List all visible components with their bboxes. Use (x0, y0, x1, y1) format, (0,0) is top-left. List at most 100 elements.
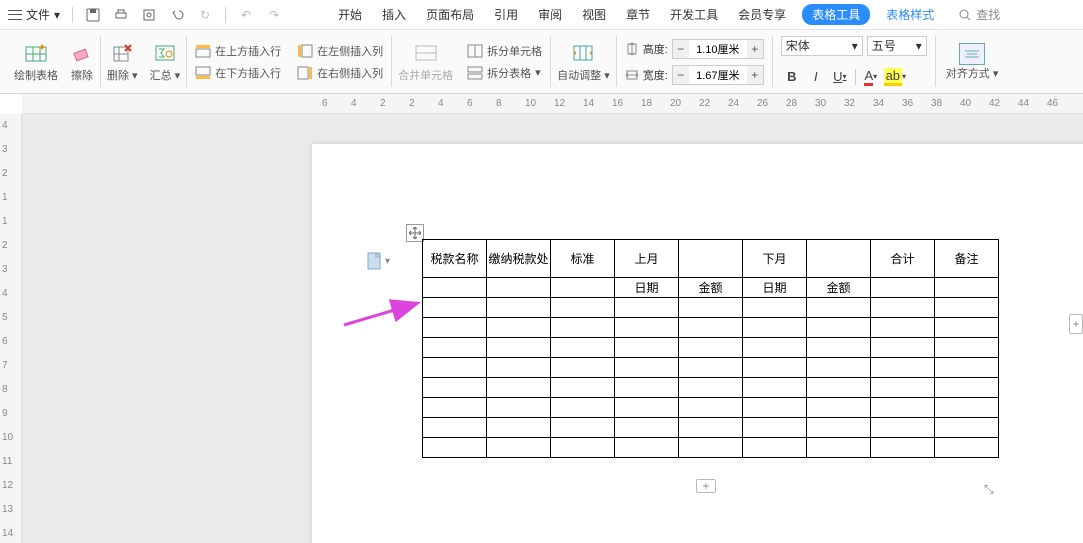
alignment-button[interactable]: 对齐方式 ▾ (936, 30, 1009, 93)
td-date1[interactable]: 日期 (615, 278, 679, 298)
height-stepper[interactable]: − + (672, 39, 764, 59)
ruler-tick: 10 (2, 432, 13, 443)
table-header-row[interactable]: 税款名称 缴纳税款处 标准 上月 下月 合计 备注 (423, 240, 999, 278)
search-button[interactable]: 查找 (958, 6, 1000, 23)
add-row-button[interactable]: + (696, 479, 716, 493)
font-size-select[interactable]: 五号▾ (867, 36, 927, 56)
th-blank2[interactable] (807, 240, 871, 278)
th-standard[interactable]: 标准 (551, 240, 615, 278)
redo-icon[interactable]: ↻ (197, 7, 213, 23)
table-subheader-row[interactable]: 日期 金额 日期 金额 (423, 278, 999, 298)
width-plus[interactable]: + (747, 66, 763, 84)
redo-history-icon[interactable]: ↷ (266, 7, 282, 23)
width-label: 宽度: (643, 67, 668, 83)
td[interactable] (423, 278, 487, 298)
insert-left-icon (297, 44, 313, 58)
ruler-tick: 14 (2, 528, 13, 539)
height-minus[interactable]: − (673, 40, 689, 58)
table-row[interactable] (423, 438, 999, 458)
td-amount1[interactable]: 金额 (679, 278, 743, 298)
bold-button[interactable]: B (781, 66, 803, 88)
table-row[interactable] (423, 298, 999, 318)
undo-icon[interactable] (169, 7, 185, 23)
tab-table-style[interactable]: 表格样式 (882, 6, 938, 23)
print-icon[interactable] (113, 7, 129, 23)
highlight-button[interactable]: ab▾ (884, 66, 906, 88)
split-table-button[interactable]: 拆分表格 ▾ (467, 65, 542, 81)
tab-page-layout[interactable]: 页面布局 (422, 6, 478, 23)
split-cells-button[interactable]: 拆分单元格 (467, 43, 542, 59)
td[interactable] (935, 278, 999, 298)
tab-view[interactable]: 视图 (578, 6, 610, 23)
page: ▾ 税款名称 缴纳税款处 标准 上月 下月 合计 备注 日期 (312, 144, 1083, 543)
height-input[interactable] (689, 40, 747, 58)
width-input[interactable] (689, 66, 747, 84)
draw-table-button[interactable]: 绘制表格 (8, 30, 64, 93)
subtotal-label: 汇总 ▾ (150, 67, 181, 83)
erase-button[interactable]: 擦除 (64, 30, 100, 93)
tab-references[interactable]: 引用 (490, 6, 522, 23)
width-stepper[interactable]: − + (672, 65, 764, 85)
insert-right-button[interactable]: 在右侧插入列 (297, 65, 383, 81)
vertical-ruler[interactable]: 43211234567891011121314 (0, 114, 22, 543)
tab-developer[interactable]: 开发工具 (666, 6, 722, 23)
th-name[interactable]: 税款名称 (423, 240, 487, 278)
ruler-tick: 12 (2, 480, 13, 491)
insert-above-button[interactable]: 在上方插入行 (195, 43, 281, 59)
width-minus[interactable]: − (673, 66, 689, 84)
th-last-month[interactable]: 上月 (615, 240, 679, 278)
td[interactable] (871, 278, 935, 298)
table-resize-handle[interactable]: ⤡ (984, 482, 994, 497)
td-amount2[interactable]: 金额 (807, 278, 871, 298)
ruler-tick: 24 (728, 98, 739, 109)
table-row[interactable] (423, 418, 999, 438)
table-row[interactable] (423, 378, 999, 398)
tab-member[interactable]: 会员专享 (734, 6, 790, 23)
font-color-button[interactable]: A▾ (860, 66, 882, 88)
tab-review[interactable]: 审阅 (534, 6, 566, 23)
delete-button[interactable]: 删除 ▾ (101, 30, 144, 93)
font-name-value: 宋体 (786, 37, 810, 54)
th-total[interactable]: 合计 (871, 240, 935, 278)
th-office[interactable]: 缴纳税款处 (487, 240, 551, 278)
title-bar: 文件 ▾ ↻ ↶ ↷ 开始 插入 页面布局 引用 审阅 视图 章节 开发工具 会… (0, 0, 1083, 30)
tab-insert[interactable]: 插入 (378, 6, 410, 23)
td-date2[interactable]: 日期 (743, 278, 807, 298)
italic-button[interactable]: I (805, 66, 827, 88)
add-column-button[interactable]: + (1069, 314, 1083, 334)
insert-below-button[interactable]: 在下方插入行 (195, 65, 281, 81)
ruler-tick: 6 (2, 336, 8, 347)
font-name-select[interactable]: 宋体▾ (781, 36, 863, 56)
table-row[interactable] (423, 318, 999, 338)
subtotal-button[interactable]: 汇总 ▾ (144, 30, 187, 93)
print-preview-icon[interactable] (141, 7, 157, 23)
document-canvas[interactable]: ▾ 税款名称 缴纳税款处 标准 上月 下月 合计 备注 日期 (22, 114, 1083, 543)
width-row: 宽度: − + (625, 65, 764, 85)
th-remark[interactable]: 备注 (935, 240, 999, 278)
td[interactable] (551, 278, 615, 298)
table-row[interactable] (423, 398, 999, 418)
ruler-tick: 2 (2, 168, 8, 179)
height-plus[interactable]: + (747, 40, 763, 58)
autofit-button[interactable]: 自动调整 ▾ (551, 30, 616, 93)
subtotal-icon (153, 41, 177, 65)
td[interactable] (487, 278, 551, 298)
horizontal-ruler[interactable]: 6422468101214161820222426283032343638404… (22, 94, 1083, 114)
th-next-month[interactable]: 下月 (743, 240, 807, 278)
th-blank1[interactable] (679, 240, 743, 278)
file-menu[interactable]: 文件 ▾ (8, 6, 60, 23)
draw-table-label: 绘制表格 (14, 67, 58, 83)
table-row[interactable] (423, 338, 999, 358)
underline-button[interactable]: U▾ (829, 66, 851, 88)
document-table[interactable]: 税款名称 缴纳税款处 标准 上月 下月 合计 备注 日期 金额 日期 金额 (422, 239, 999, 458)
page-options-button[interactable]: ▾ (367, 252, 390, 270)
tab-table-tools[interactable]: 表格工具 (802, 4, 870, 25)
tab-section[interactable]: 章节 (622, 6, 654, 23)
ruler-tick: 30 (815, 98, 826, 109)
insert-left-button[interactable]: 在左侧插入列 (297, 43, 383, 59)
undo-history-icon[interactable]: ↶ (238, 7, 254, 23)
table-row[interactable] (423, 358, 999, 378)
save-icon[interactable] (85, 7, 101, 23)
merge-cells-button[interactable]: 合并单元格 (392, 30, 459, 93)
tab-start[interactable]: 开始 (334, 6, 366, 23)
